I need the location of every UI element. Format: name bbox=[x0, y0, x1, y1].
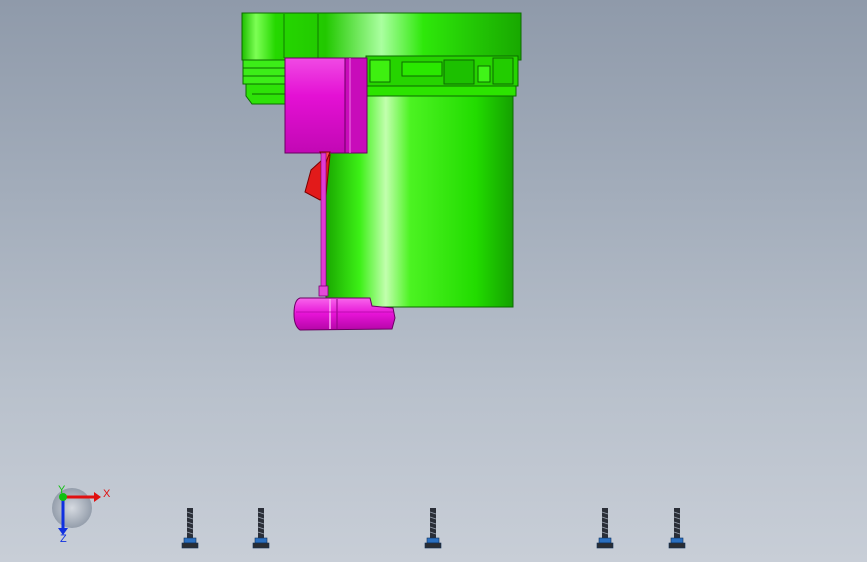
bolt-3[interactable] bbox=[424, 508, 442, 549]
fasteners-row bbox=[181, 508, 686, 549]
graphics-viewport[interactable]: X Z Y bbox=[0, 0, 867, 562]
y-axis-label: Y bbox=[58, 484, 66, 496]
magenta-block[interactable] bbox=[284, 57, 368, 154]
bolt-4[interactable] bbox=[596, 508, 614, 549]
upper-housing[interactable] bbox=[241, 12, 522, 105]
coordinate-triad[interactable]: X Z Y bbox=[52, 484, 111, 545]
bolt-2[interactable] bbox=[252, 508, 270, 549]
bolt-1[interactable] bbox=[181, 508, 199, 549]
x-axis-label: X bbox=[103, 488, 111, 500]
model-assembly[interactable] bbox=[241, 12, 522, 331]
z-axis-label: Z bbox=[60, 533, 67, 545]
bolt-5[interactable] bbox=[668, 508, 686, 549]
